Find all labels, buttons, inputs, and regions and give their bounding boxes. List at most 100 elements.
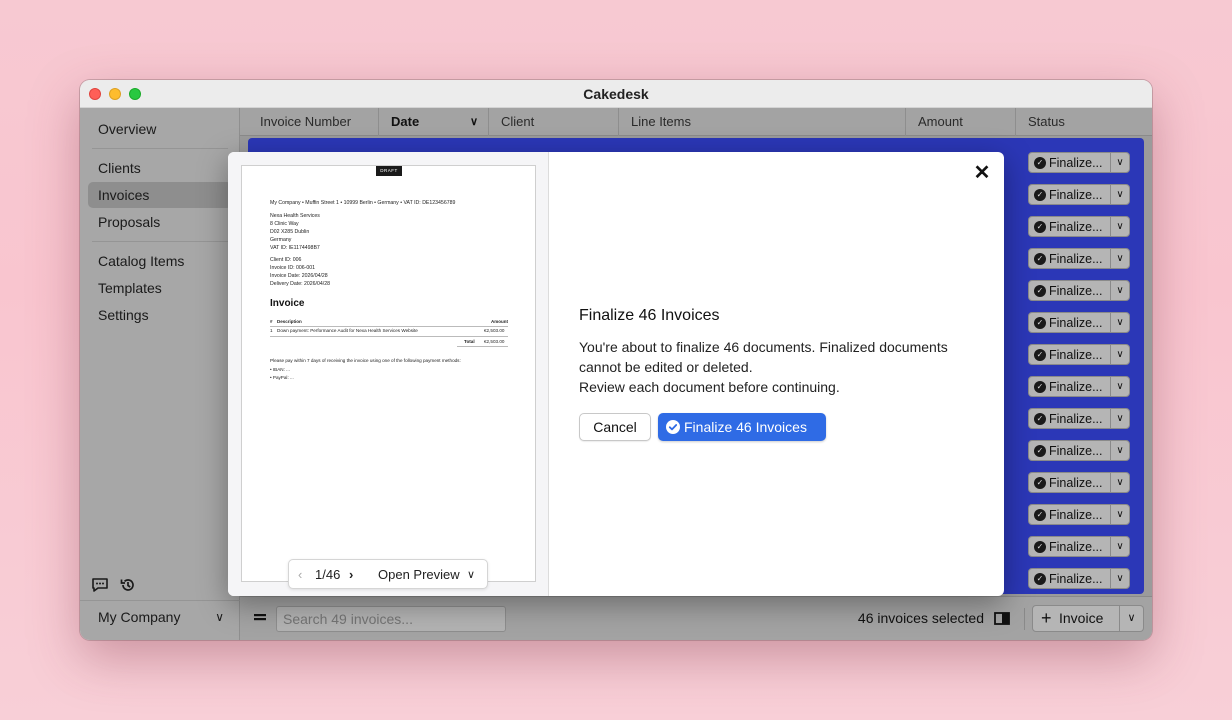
history-icon[interactable]	[119, 576, 137, 594]
status-dropdown-chevron-icon[interactable]: ∨	[1110, 281, 1129, 300]
checkmark-circle-icon: ✓	[1034, 157, 1046, 169]
recipient-line: 8 Clinic Way	[270, 221, 299, 227]
line-number-header: #	[270, 319, 273, 324]
next-page-icon[interactable]: ›	[349, 567, 353, 582]
checkmark-circle-icon: ✓	[1034, 573, 1046, 585]
filter-icon[interactable]	[254, 614, 266, 623]
sidebar-item-settings[interactable]: Settings	[88, 302, 232, 328]
column-header-line-items[interactable]: Line Items	[619, 108, 906, 136]
finalize-status-button[interactable]: ✓ Finalize... ∨	[1028, 536, 1130, 557]
status-dropdown-chevron-icon[interactable]: ∨	[1110, 217, 1129, 236]
column-header-amount[interactable]: Amount	[906, 108, 1016, 136]
status-label: Finalize...	[1049, 316, 1103, 330]
chevron-down-icon: ∨	[1127, 612, 1136, 624]
title-bar: Cakedesk	[80, 80, 1152, 108]
finalize-status-button[interactable]: ✓ Finalize... ∨	[1028, 376, 1130, 397]
finalize-status-button[interactable]: ✓ Finalize... ∨	[1028, 312, 1130, 333]
line-item-amount: €2,503.00	[484, 328, 505, 333]
status-dropdown-chevron-icon[interactable]: ∨	[1110, 377, 1129, 396]
status-dropdown-chevron-icon[interactable]: ∨	[1110, 505, 1129, 524]
status-dropdown-chevron-icon[interactable]: ∨	[1110, 185, 1129, 204]
draft-badge: DRAFT	[376, 166, 402, 176]
column-header-status[interactable]: Status	[1016, 108, 1144, 136]
status-label: Finalize...	[1049, 508, 1103, 522]
sidebar-item-overview[interactable]: Overview	[88, 116, 232, 142]
total-rule	[457, 346, 508, 347]
line-item-description: Down payment: Performance Audit for Nexa…	[277, 328, 418, 333]
sidebar-item-catalog-items[interactable]: Catalog Items	[88, 248, 232, 274]
status-dropdown-chevron-icon[interactable]: ∨	[1110, 409, 1129, 428]
add-invoice-dropdown[interactable]: ∨	[1120, 605, 1144, 632]
column-header-invoice-number[interactable]: Invoice Number	[248, 108, 379, 136]
finalize-status-button[interactable]: ✓ Finalize... ∨	[1028, 472, 1130, 493]
dialog-message-line: Review each document before continuing.	[579, 379, 840, 395]
finalize-status-button[interactable]: ✓ Finalize... ∨	[1028, 216, 1130, 237]
status-dropdown-chevron-icon[interactable]: ∨	[1110, 537, 1129, 556]
sidebar-item-templates[interactable]: Templates	[88, 275, 232, 301]
previous-page-icon[interactable]: ‹	[298, 567, 302, 582]
line-item-number: 1	[270, 328, 273, 333]
finalize-invoices-button[interactable]: Finalize 46 Invoices	[658, 413, 826, 441]
bottom-toolbar: 46 invoices selected + Invoice ∨	[240, 596, 1152, 640]
add-invoice-label: Invoice	[1059, 610, 1104, 626]
status-label: Finalize...	[1049, 348, 1103, 362]
chevron-down-icon[interactable]: ∨	[467, 568, 475, 581]
sidebar-item-clients[interactable]: Clients	[88, 155, 232, 181]
finalize-status-button[interactable]: ✓ Finalize... ∨	[1028, 344, 1130, 365]
status-dropdown-chevron-icon[interactable]: ∨	[1110, 249, 1129, 268]
add-invoice-button[interactable]: + Invoice	[1032, 605, 1120, 632]
status-label: Finalize...	[1049, 220, 1103, 234]
recipient-line: Nexa Health Services	[270, 213, 320, 219]
invoice-heading: Invoice	[270, 298, 305, 309]
status-label: Finalize...	[1049, 476, 1103, 490]
invoice-preview-page[interactable]: DRAFT My Company • Muffin Street 1 • 109…	[241, 165, 536, 582]
finalize-status-button[interactable]: ✓ Finalize... ∨	[1028, 568, 1130, 589]
cancel-button[interactable]: Cancel	[579, 413, 651, 441]
status-dropdown-chevron-icon[interactable]: ∨	[1110, 473, 1129, 492]
table-rule	[270, 326, 508, 327]
status-dropdown-chevron-icon[interactable]: ∨	[1110, 569, 1129, 588]
sidebar-item-proposals[interactable]: Proposals	[88, 209, 232, 235]
status-label: Finalize...	[1049, 572, 1103, 586]
finalize-status-button[interactable]: ✓ Finalize... ∨	[1028, 184, 1130, 205]
toolbar-divider	[1024, 608, 1025, 630]
checkmark-circle-icon: ✓	[1034, 317, 1046, 329]
finalize-status-button[interactable]: ✓ Finalize... ∨	[1028, 504, 1130, 525]
selection-count: 46 invoices selected	[857, 610, 984, 626]
recipient-line: Germany	[270, 237, 292, 243]
status-label: Finalize...	[1049, 380, 1103, 394]
status-dropdown-chevron-icon[interactable]: ∨	[1110, 313, 1129, 332]
status-dropdown-chevron-icon[interactable]: ∨	[1110, 345, 1129, 364]
total-label: Total	[464, 339, 475, 344]
sidebar-item-invoices[interactable]: Invoices	[88, 182, 232, 208]
plus-icon: +	[1041, 608, 1052, 628]
finalize-status-button[interactable]: ✓ Finalize... ∨	[1028, 440, 1130, 461]
column-header-date[interactable]: Date ∨	[379, 108, 489, 136]
preview-pager: ‹ 1/46 › Open Preview ∨	[288, 559, 488, 589]
finalize-status-button[interactable]: ✓ Finalize... ∨	[1028, 280, 1130, 301]
open-preview-button[interactable]: Open Preview	[378, 567, 460, 582]
finalize-status-button[interactable]: ✓ Finalize... ∨	[1028, 248, 1130, 269]
finalize-invoices-label: Finalize 46 Invoices	[684, 419, 807, 435]
finalize-status-button[interactable]: ✓ Finalize... ∨	[1028, 408, 1130, 429]
meta-line: Delivery Date: 2026/04/28	[270, 281, 330, 287]
checkmark-circle-icon: ✓	[1034, 413, 1046, 425]
checkmark-circle-icon: ✓	[1034, 189, 1046, 201]
dialog-message-line: You're about to finalize 46 documents. F…	[579, 339, 948, 375]
document-preview-pane: DRAFT My Company • Muffin Street 1 • 109…	[228, 152, 549, 596]
status-dropdown-chevron-icon[interactable]: ∨	[1110, 153, 1129, 172]
company-name: My Company	[98, 609, 181, 625]
column-header-date-label: Date	[391, 114, 420, 129]
search-input[interactable]	[276, 606, 506, 632]
company-selector[interactable]: My Company ∨	[88, 602, 232, 632]
status-label: Finalize...	[1049, 252, 1103, 266]
meta-line: Invoice ID: 006-001	[270, 265, 315, 271]
finalize-status-button[interactable]: ✓ Finalize... ∨	[1028, 152, 1130, 173]
close-dialog-icon[interactable]: ✕	[972, 160, 992, 185]
status-dropdown-chevron-icon[interactable]: ∨	[1110, 441, 1129, 460]
checkmark-circle-icon: ✓	[1034, 253, 1046, 265]
column-header-client[interactable]: Client	[489, 108, 619, 136]
preview-panel-toggle-icon[interactable]	[994, 612, 1010, 625]
payment-method: • PayPal: ...	[270, 375, 294, 380]
feedback-icon[interactable]	[91, 576, 109, 594]
